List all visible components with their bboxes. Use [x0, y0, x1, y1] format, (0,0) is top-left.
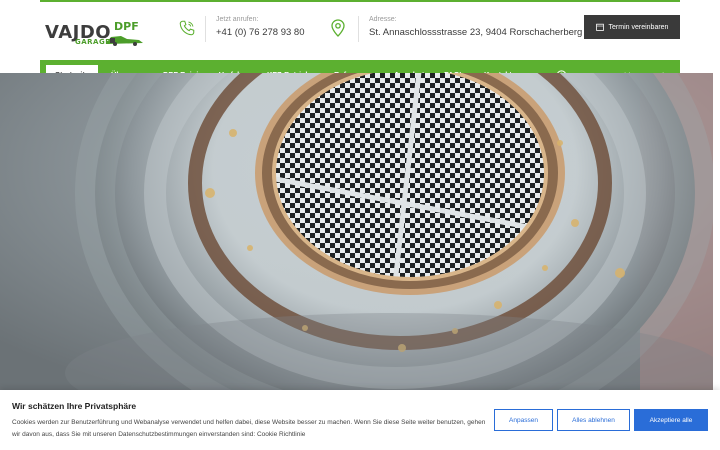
address-contact: Adresse: St. Annaschlossstrasse 23, 9404… [331, 16, 582, 42]
car-logo-icon [107, 36, 143, 46]
address-label: Adresse: [369, 16, 397, 23]
hero-image [0, 73, 713, 390]
top-accent-line [40, 0, 680, 2]
logo[interactable]: VAJDO DPF GARAGE [45, 18, 155, 48]
phone-number[interactable]: +41 (0) 76 278 93 80 [216, 27, 304, 38]
phone-divider [205, 16, 206, 42]
phone-icon [179, 20, 195, 36]
cookie-accept-all-button[interactable]: Akzeptiere alle [634, 409, 708, 431]
address-value: St. Annaschlossstrasse 23, 9404 Rorschac… [369, 27, 583, 38]
cookie-banner: Wir schätzen Ihre Privatsphäre Cookies w… [0, 390, 720, 450]
cookie-banner-text: Cookies werden zur Benutzerführung und W… [12, 419, 486, 438]
phone-contact[interactable]: Jetzt anrufen: +41 (0) 76 278 93 80 [178, 16, 318, 42]
cookie-customize-button[interactable]: Anpassen [494, 409, 553, 431]
phone-label: Jetzt anrufen: [216, 16, 259, 23]
calendar-icon [595, 23, 604, 31]
address-divider [358, 16, 359, 42]
appointment-button-label: Termin vereinbaren [608, 23, 669, 31]
appointment-button[interactable]: Termin vereinbaren [584, 15, 680, 39]
cookie-reject-all-button[interactable]: Alles ablehnen [557, 409, 630, 431]
particle-filter-photo [0, 73, 713, 390]
cookie-banner-title: Wir schätzen Ihre Privatsphäre [12, 401, 137, 411]
location-pin-icon [331, 19, 345, 37]
